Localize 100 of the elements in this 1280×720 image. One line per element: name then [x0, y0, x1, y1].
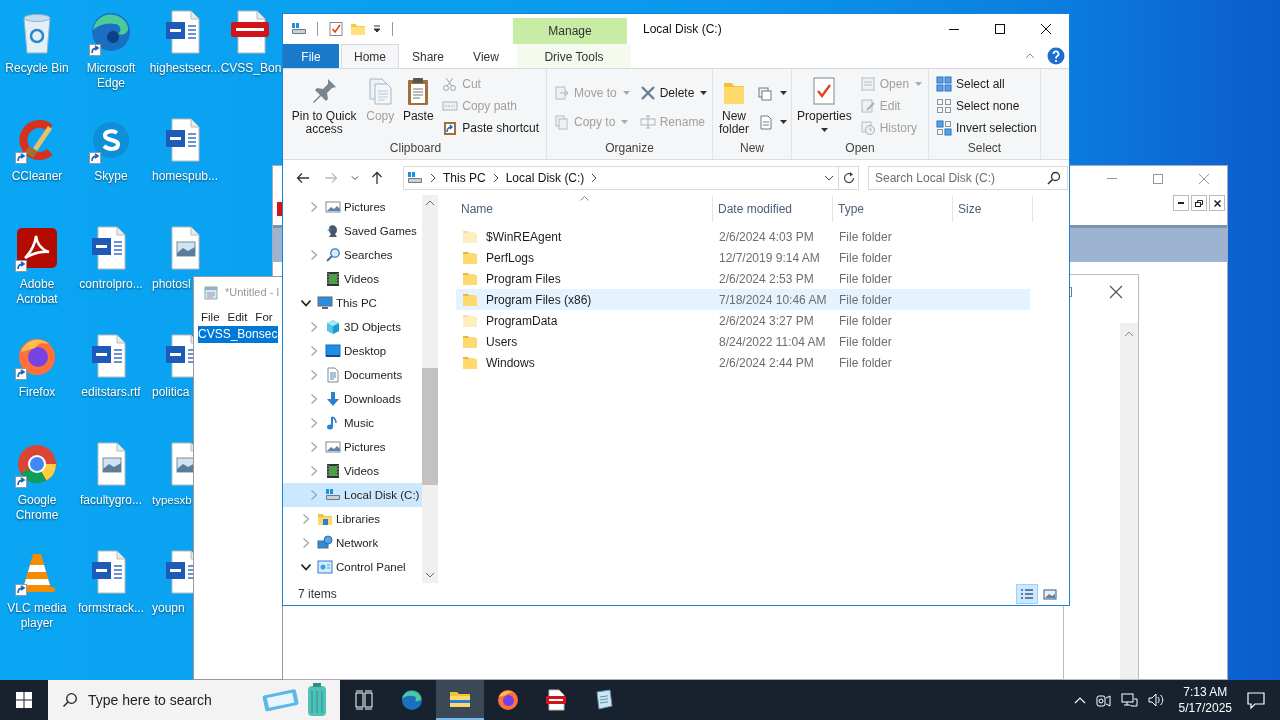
properties-icon[interactable] [328, 21, 344, 37]
nav-item[interactable]: Network [283, 531, 422, 555]
ribbon-tab[interactable]: Home [341, 44, 399, 68]
nav-item[interactable]: Desktop [283, 339, 422, 363]
nav-item[interactable]: This PC [283, 291, 422, 315]
file-row[interactable]: Program Files 2/6/2024 2:53 PM File folder [456, 268, 1030, 289]
restore-button[interactable] [1191, 195, 1207, 211]
file-row[interactable]: Program Files (x86) 7/18/2024 10:46 AM File folder [456, 289, 1030, 310]
scrollbar[interactable] [422, 195, 438, 583]
ribbon-button[interactable]: Properties [796, 69, 853, 141]
nav-item[interactable]: Control Panel [283, 555, 422, 579]
date-modified: 2/6/2024 4:03 PM [718, 229, 815, 244]
column-header[interactable]: Type [833, 196, 953, 222]
maximize-icon[interactable] [995, 24, 1005, 34]
search-field[interactable]: Type here to search [48, 680, 340, 720]
path-icon [442, 98, 459, 114]
chevron-down-icon[interactable] [301, 562, 311, 572]
menu-item[interactable]: Edit [224, 310, 251, 323]
file-row[interactable]: Windows 2/6/2024 2:44 PM File folder [456, 352, 1030, 373]
drive-icon [291, 21, 307, 37]
file-name: Program Files (x86) [486, 292, 592, 307]
ribbon-button[interactable]: Invert selection [933, 117, 1040, 139]
close-icon[interactable] [1041, 24, 1051, 34]
open-icon [859, 76, 876, 92]
ribbon-tab[interactable]: Share [399, 44, 457, 68]
webcam-icon[interactable] [1094, 692, 1111, 708]
breadcrumb-item[interactable]: Local Disk (C:) [505, 170, 585, 185]
close-button[interactable] [1209, 195, 1225, 211]
network-icon[interactable] [1119, 692, 1138, 708]
download-arrow-icon [325, 391, 341, 407]
task-view-icon [354, 690, 374, 710]
help-icon[interactable] [1047, 47, 1065, 65]
delete-icon [639, 84, 656, 101]
view-button[interactable] [1016, 584, 1038, 604]
file-row[interactable]: Users 8/24/2022 11:04 AM File folder [456, 331, 1030, 352]
volume-icon[interactable] [1146, 692, 1165, 708]
ribbon-tab[interactable]: File [283, 44, 339, 68]
ribbon-button[interactable]: Select all [933, 73, 1040, 95]
pictures-icon [325, 439, 341, 455]
chevron-right-icon[interactable] [429, 172, 437, 183]
breadcrumb-item[interactable]: This PC [443, 170, 486, 185]
menu-item[interactable]: For [252, 310, 276, 323]
file-type: File folder [838, 229, 893, 244]
ribbon-button[interactable]: Pin to Quick access [289, 69, 360, 141]
nav-item[interactable]: Local Disk (C:) [283, 483, 422, 507]
nav-item[interactable]: Videos [283, 459, 422, 483]
group-label: Organize [604, 141, 655, 157]
nav-item[interactable]: Searches [283, 243, 422, 267]
file-type: File folder [838, 313, 893, 328]
nav-item[interactable]: Pictures [283, 435, 422, 459]
ribbon-button[interactable]: Delete [636, 81, 711, 104]
copy-icon [554, 113, 570, 130]
nav-item[interactable]: Libraries [283, 507, 422, 531]
menu-item[interactable]: File [198, 310, 223, 323]
column-header[interactable]: Name [456, 196, 713, 222]
scrollbar[interactable] [1120, 323, 1138, 679]
file-type: File folder [838, 334, 893, 349]
nav-item[interactable]: Pictures [283, 195, 422, 219]
ribbon-button[interactable]: Paste [401, 69, 436, 141]
close-icon[interactable] [1109, 285, 1123, 299]
nav-item[interactable]: Music [283, 411, 422, 435]
date-modified: 7/18/2024 10:46 AM [718, 292, 828, 307]
taskbar-app-button[interactable] [436, 680, 484, 720]
close-icon [1213, 199, 1221, 207]
chevron-right-icon[interactable] [590, 172, 599, 183]
nav-item[interactable]: 3D Objects [283, 315, 422, 339]
scroll-thumb[interactable] [422, 368, 438, 485]
ribbon-button[interactable]: Select none [933, 95, 1040, 117]
refresh-button[interactable] [839, 165, 859, 190]
search-field[interactable]: Search Local Disk (C:) [868, 165, 1068, 190]
ribbon-button[interactable]: New folder [717, 69, 751, 141]
address-bar[interactable]: This PC Local Disk (C:) [403, 165, 839, 190]
chevron-down-icon[interactable] [301, 298, 311, 308]
file-row[interactable]: ProgramData 2/6/2024 3:27 PM File folder [456, 310, 1030, 331]
document-icon [758, 113, 774, 130]
clock-button[interactable]: 7:13 AM 5/17/2025 [1172, 684, 1238, 716]
nav-item[interactable]: Saved Games [283, 219, 422, 243]
nav-item[interactable]: Downloads [283, 387, 422, 411]
file-name: PerfLogs [486, 250, 535, 265]
history-icon [859, 120, 876, 136]
rename-icon [639, 113, 656, 130]
search-icon[interactable] [1047, 170, 1061, 185]
chevron-down-icon[interactable] [824, 174, 834, 181]
file-name: Program Files [486, 271, 561, 286]
minimize-button[interactable] [1173, 195, 1189, 211]
file-row[interactable]: $WinREAgent 2/6/2024 4:03 PM File folder [456, 226, 1030, 247]
chevron-right-icon[interactable] [491, 172, 500, 183]
file-type: File folder [838, 250, 893, 265]
ribbon-tab[interactable]: Drive Tools [517, 44, 631, 68]
ribbon-tab[interactable]: View [457, 44, 515, 68]
column-header[interactable]: Date modified [713, 196, 833, 222]
nav-item[interactable]: Videos [283, 267, 422, 291]
file-type: File folder [838, 292, 893, 307]
nav-item[interactable]: Documents [283, 363, 422, 387]
up-arrow-icon[interactable] [369, 169, 385, 186]
column-header[interactable]: Size [953, 196, 1033, 222]
control-panel-icon [317, 559, 333, 575]
ribbon-button[interactable]: Paste shortcut [439, 117, 542, 139]
edit-icon [859, 98, 876, 114]
file-row[interactable]: PerfLogs 12/7/2019 9:14 AM File folder [456, 247, 1030, 268]
